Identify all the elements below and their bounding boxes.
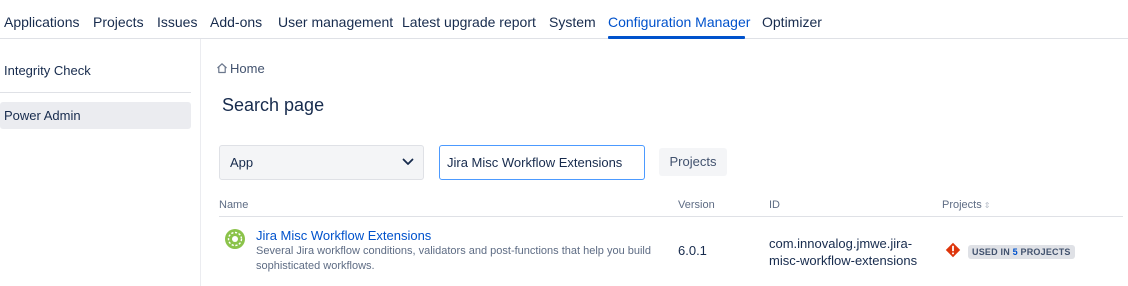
tab-latest-upgrade-report[interactable]: Latest upgrade report (402, 13, 536, 31)
active-tab-indicator (608, 36, 745, 39)
app-version: 6.0.1 (678, 243, 707, 258)
warning-icon (945, 242, 961, 258)
column-header-id[interactable]: ID (769, 199, 780, 211)
tab-applications[interactable]: Applications (4, 13, 80, 31)
type-select-value: App (230, 155, 254, 170)
sidebar-item-integrity-check[interactable]: Integrity Check (4, 63, 91, 78)
projects-usage-badge[interactable]: USED IN 5 PROJECTS (968, 245, 1075, 259)
search-input[interactable] (439, 145, 645, 180)
column-header-version[interactable]: Version (678, 199, 715, 211)
top-navigation: Applications Projects Issues Add-ons Use… (0, 0, 1128, 39)
column-header-projects[interactable]: Projects ⇕ (942, 199, 990, 211)
breadcrumb[interactable]: Home (216, 61, 265, 76)
sort-icon: ⇕ (983, 201, 991, 210)
chevron-down-icon (402, 158, 414, 165)
column-header-name[interactable]: Name (219, 199, 248, 211)
tab-add-ons[interactable]: Add-ons (210, 13, 262, 31)
tab-issues[interactable]: Issues (157, 13, 197, 31)
app-id: com.innovalog.jmwe.jira-misc-workflow-ex… (769, 236, 918, 268)
tab-optimizer[interactable]: Optimizer (762, 13, 822, 31)
tab-configuration-manager[interactable]: Configuration Manager (608, 13, 750, 31)
tab-projects[interactable]: Projects (93, 13, 144, 31)
table-header-divider (219, 216, 1123, 217)
app-logo-icon (225, 229, 245, 249)
column-header-projects-label: Projects (942, 199, 982, 211)
badge-prefix: USED IN (972, 247, 1013, 257)
sidebar-item-power-admin[interactable]: Power Admin (0, 102, 191, 129)
app-name-link[interactable]: Jira Misc Workflow Extensions (256, 228, 431, 243)
tab-user-management[interactable]: User management (278, 13, 393, 31)
breadcrumb-home-label: Home (230, 61, 265, 76)
page-title: Search page (222, 95, 325, 115)
projects-button[interactable]: Projects (659, 148, 727, 176)
app-description: Several Jira workflow conditions, valida… (256, 245, 651, 272)
sidebar: Integrity Check Power Admin (0, 39, 201, 286)
type-select[interactable]: App (219, 145, 424, 180)
tab-system[interactable]: System (549, 13, 596, 31)
home-icon (217, 63, 227, 74)
badge-suffix: PROJECTS (1017, 247, 1071, 257)
sidebar-divider (0, 92, 191, 93)
